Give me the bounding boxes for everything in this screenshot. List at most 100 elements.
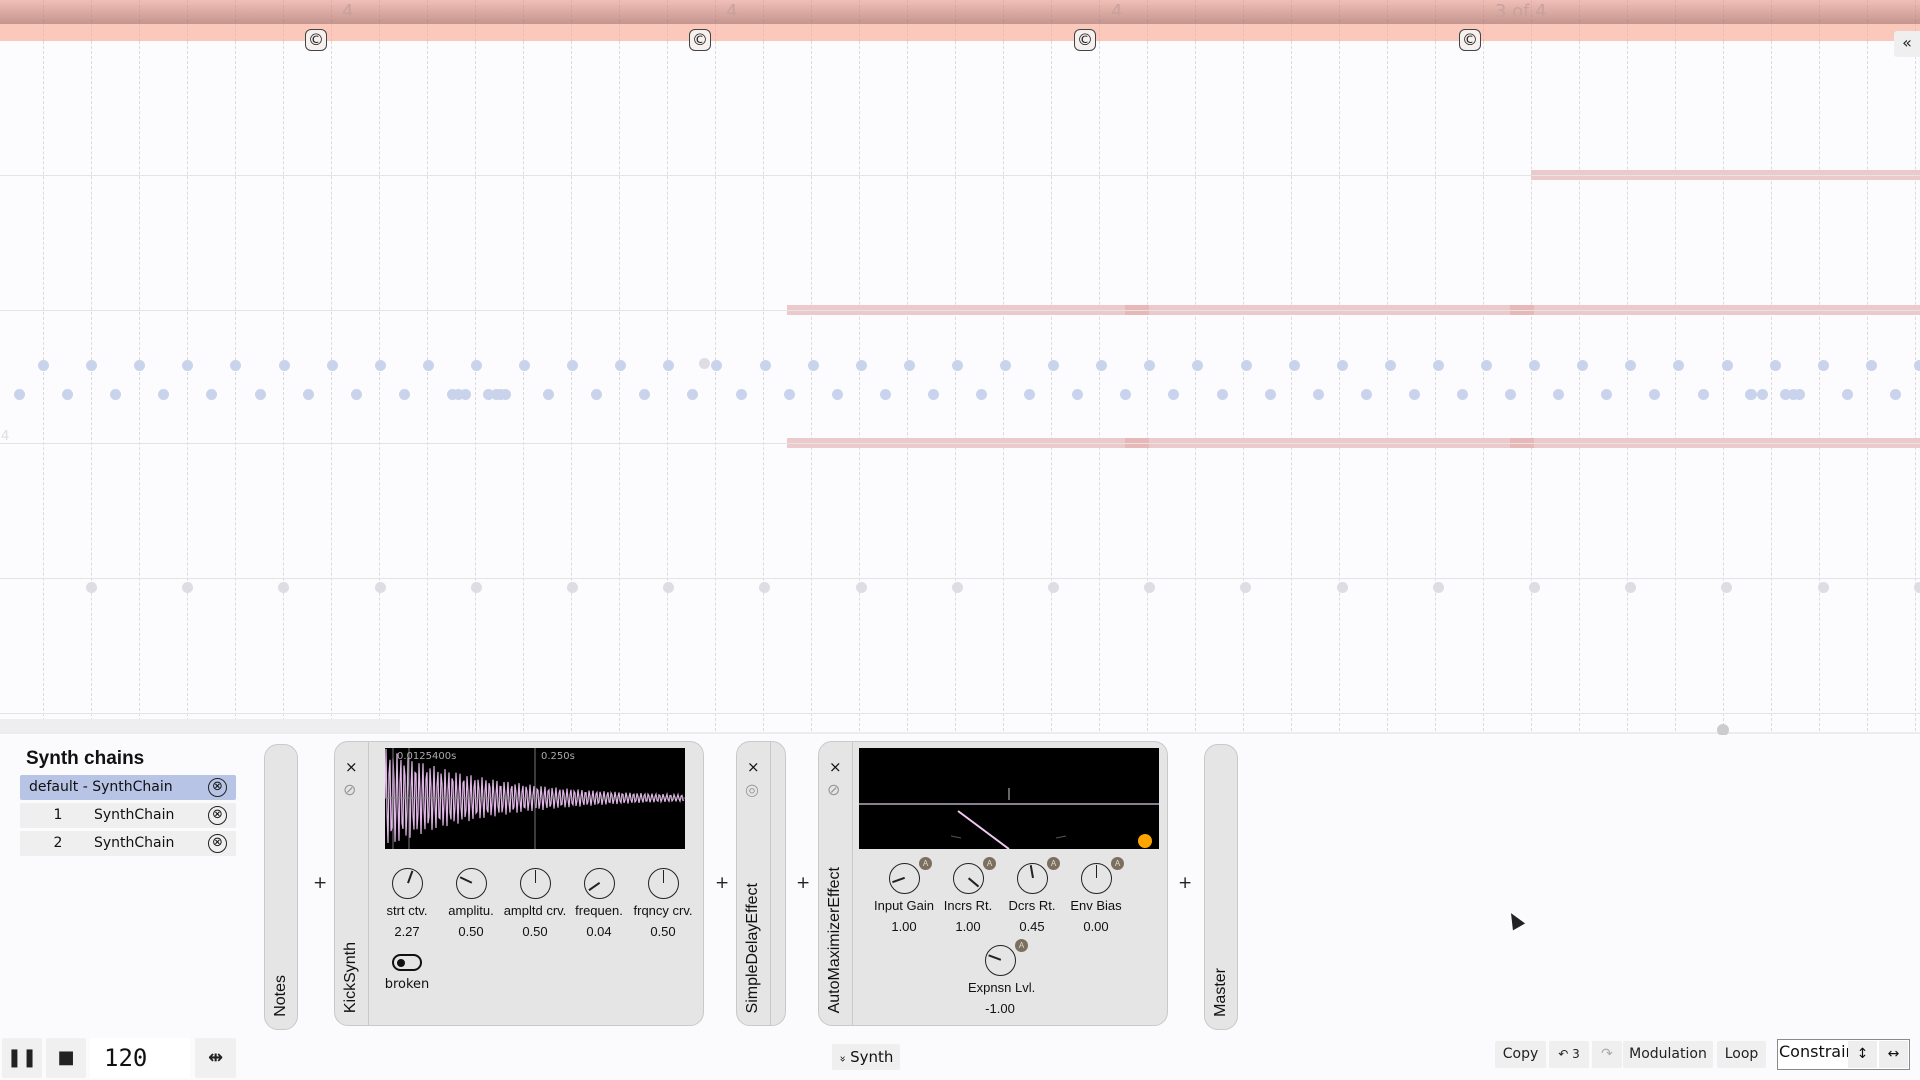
note-dot[interactable] bbox=[639, 389, 651, 400]
note-dot[interactable] bbox=[398, 389, 410, 400]
playhead-handle[interactable] bbox=[1717, 724, 1729, 735]
note-dot[interactable] bbox=[278, 360, 290, 371]
close-module-icon[interactable]: × bbox=[829, 758, 842, 776]
note-dot[interactable] bbox=[951, 582, 963, 593]
automation-badge-icon[interactable]: A bbox=[1047, 857, 1060, 870]
note-dot[interactable] bbox=[326, 360, 338, 371]
note-dot[interactable] bbox=[543, 389, 555, 400]
note-dot[interactable] bbox=[182, 360, 194, 371]
note-dot[interactable] bbox=[951, 360, 963, 371]
note-dot[interactable] bbox=[278, 582, 290, 593]
note-dot[interactable] bbox=[1625, 582, 1637, 593]
note-dot[interactable] bbox=[1553, 389, 1565, 400]
note-dot[interactable] bbox=[1625, 360, 1637, 371]
note-dot[interactable] bbox=[1120, 389, 1132, 400]
notes-module[interactable]: Notes bbox=[264, 744, 298, 1030]
note-dot[interactable] bbox=[687, 389, 699, 400]
note-dot[interactable] bbox=[1757, 389, 1768, 400]
constrain-vertical-button[interactable]: ↕ bbox=[1848, 1041, 1877, 1068]
note-dot[interactable] bbox=[422, 360, 434, 371]
pause-button[interactable]: ❚❚ bbox=[2, 1038, 42, 1078]
remove-chain-icon[interactable]: ⊗ bbox=[208, 806, 227, 825]
note-dot[interactable] bbox=[759, 582, 771, 593]
note-dot[interactable] bbox=[1457, 389, 1468, 400]
note-dot[interactable] bbox=[1788, 389, 1799, 400]
timeline-ruler[interactable]: 4 4 4 3 of 4 bbox=[0, 0, 1920, 24]
collapse-panel-button[interactable]: « bbox=[1894, 31, 1920, 57]
knob-dial[interactable] bbox=[888, 863, 920, 894]
note-dot[interactable] bbox=[567, 360, 579, 371]
knob-dial[interactable] bbox=[647, 868, 679, 899]
note-dot[interactable] bbox=[1336, 582, 1348, 593]
automation-badge-icon[interactable]: A bbox=[919, 857, 932, 870]
note-dot[interactable] bbox=[1601, 389, 1613, 400]
note-dot[interactable] bbox=[470, 360, 482, 371]
note-dot[interactable] bbox=[976, 389, 987, 400]
note-dot[interactable] bbox=[1000, 360, 1011, 371]
note-dot[interactable] bbox=[519, 360, 530, 371]
note-dot[interactable] bbox=[350, 389, 362, 400]
note-dot[interactable] bbox=[1408, 389, 1420, 400]
note-dot[interactable] bbox=[110, 389, 122, 400]
note-dot[interactable] bbox=[1817, 582, 1829, 593]
note-dot[interactable] bbox=[1360, 389, 1372, 400]
note-dot[interactable] bbox=[1673, 360, 1685, 371]
note-dot[interactable] bbox=[1769, 360, 1781, 371]
horizontal-scrollbar[interactable] bbox=[0, 719, 400, 732]
note-dot[interactable] bbox=[1072, 389, 1084, 400]
note-dot[interactable] bbox=[1312, 389, 1324, 400]
visibility-off-icon[interactable]: ⊘ bbox=[827, 780, 840, 799]
modulation-button[interactable]: Modulation bbox=[1623, 1041, 1713, 1068]
note-dot[interactable] bbox=[1913, 582, 1920, 593]
note-dot[interactable] bbox=[699, 358, 710, 369]
add-module-button[interactable]: + bbox=[313, 873, 327, 893]
note-dot[interactable] bbox=[470, 582, 482, 593]
note-dot[interactable] bbox=[374, 582, 386, 593]
note-dot[interactable] bbox=[1216, 389, 1228, 400]
note-dot[interactable] bbox=[1481, 360, 1492, 371]
note-dot[interactable] bbox=[1889, 389, 1901, 400]
fit-width-button[interactable]: ⇹ bbox=[195, 1038, 236, 1078]
knob-dial[interactable] bbox=[1016, 863, 1048, 894]
tempo-input[interactable]: 120 bbox=[90, 1038, 190, 1078]
close-module-icon[interactable]: × bbox=[747, 758, 760, 776]
note-dot[interactable] bbox=[1336, 360, 1348, 371]
redo-button[interactable]: ↷ bbox=[1592, 1041, 1622, 1068]
note-dot[interactable] bbox=[615, 360, 627, 371]
add-module-button[interactable]: + bbox=[796, 873, 810, 893]
remove-chain-icon[interactable]: ⊗ bbox=[208, 834, 227, 853]
copy-button[interactable]: Copy bbox=[1495, 1041, 1546, 1068]
note-dot[interactable] bbox=[1865, 360, 1877, 371]
remove-chain-icon[interactable]: ⊗ bbox=[208, 778, 227, 797]
note-dot[interactable] bbox=[591, 389, 603, 400]
note-dot[interactable] bbox=[1721, 360, 1733, 371]
note-dot[interactable] bbox=[1721, 582, 1733, 593]
note-dot[interactable] bbox=[1048, 582, 1059, 593]
knob-dial[interactable] bbox=[952, 863, 984, 894]
add-module-button[interactable]: + bbox=[1178, 873, 1192, 893]
stop-button[interactable]: ■ bbox=[46, 1038, 86, 1078]
note-dot[interactable] bbox=[86, 360, 98, 371]
knob-dial[interactable] bbox=[455, 868, 487, 899]
note-dot[interactable] bbox=[158, 389, 170, 400]
note-dot[interactable] bbox=[134, 360, 146, 371]
add-module-button[interactable]: + bbox=[715, 873, 729, 893]
note-dot[interactable] bbox=[1529, 582, 1540, 593]
note-dot[interactable] bbox=[206, 389, 218, 400]
note-dot[interactable] bbox=[1144, 360, 1156, 371]
section-marker-icon[interactable]: © bbox=[1074, 29, 1096, 51]
automation-badge-icon[interactable]: A bbox=[1111, 857, 1124, 870]
chain-item-1[interactable]: 1 SynthChain ⊗ bbox=[20, 803, 236, 828]
loop-button[interactable]: Loop bbox=[1717, 1041, 1766, 1068]
note-dot[interactable] bbox=[182, 582, 194, 593]
note-dot[interactable] bbox=[1288, 360, 1300, 371]
note-dot[interactable] bbox=[663, 360, 675, 371]
note-dot[interactable] bbox=[1841, 389, 1853, 400]
note-dot[interactable] bbox=[86, 582, 97, 593]
note-dot[interactable] bbox=[831, 389, 843, 400]
master-module[interactable]: Master bbox=[1204, 744, 1238, 1030]
note-dot[interactable] bbox=[927, 389, 939, 400]
note-dot[interactable] bbox=[855, 360, 867, 371]
note-dot[interactable] bbox=[1240, 582, 1252, 593]
note-dot[interactable] bbox=[1745, 389, 1756, 400]
